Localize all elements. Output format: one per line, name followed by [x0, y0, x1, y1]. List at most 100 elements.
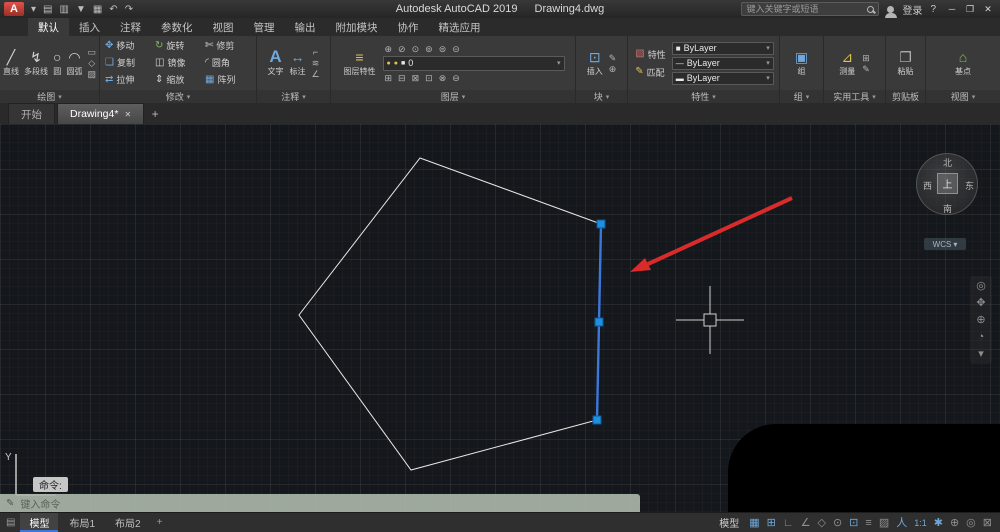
new-drawing-tab-button[interactable]: +: [146, 103, 164, 124]
viewcube-west[interactable]: 西: [923, 179, 932, 192]
command-input-bar[interactable]: ✎ 键入命令: [0, 494, 640, 512]
measure-button[interactable]: ⊿ 测量: [837, 48, 857, 78]
object-snap-icon[interactable]: ⊡: [849, 517, 858, 529]
tab-featured-apps[interactable]: 精选应用: [429, 18, 491, 36]
copy-button[interactable]: ❏ 复制: [103, 55, 153, 71]
polyline-button[interactable]: ↯ 多段线: [22, 48, 50, 78]
group-button[interactable]: ▣ 组: [793, 48, 810, 78]
search-box[interactable]: [741, 2, 880, 16]
annotation-visibility-icon[interactable]: 人: [896, 517, 907, 529]
layout-tab-model[interactable]: 模型: [20, 513, 59, 532]
scale-button[interactable]: ⇕ 缩放: [153, 72, 203, 88]
viewcube-north[interactable]: 北: [943, 156, 952, 169]
layer-tool-icon[interactable]: ⊖: [452, 73, 460, 83]
file-tab-drawing4[interactable]: Drawing4* ✕: [57, 103, 145, 124]
linetype-dropdown[interactable]: — ByLayer ▾: [671, 56, 774, 70]
create-block-icon[interactable]: ⊕: [609, 64, 617, 74]
text-button[interactable]: A 文字: [265, 48, 285, 78]
maximize-button[interactable]: ❐: [962, 4, 978, 15]
navbar-more-icon[interactable]: ▾: [978, 348, 984, 360]
redo-icon[interactable]: ↷: [125, 4, 133, 15]
minimize-button[interactable]: ─: [944, 4, 960, 15]
layer-tool-icon[interactable]: ⊕: [385, 44, 393, 54]
tab-parametric[interactable]: 参数化: [151, 18, 203, 36]
tab-addins[interactable]: 附加模块: [326, 18, 388, 36]
layer-tool-icon[interactable]: ⊙: [412, 44, 420, 54]
close-button[interactable]: ✕: [980, 4, 996, 15]
panel-label-layers[interactable]: 图层 ▾: [331, 90, 575, 103]
close-tab-icon[interactable]: ✕: [124, 110, 131, 119]
panel-label-block[interactable]: 块 ▾: [576, 90, 627, 103]
open-file-icon[interactable]: ▥: [59, 4, 68, 15]
signin-link[interactable]: 登录: [902, 2, 922, 17]
panel-label-utilities[interactable]: 实用工具 ▾: [824, 90, 885, 103]
leader-icon[interactable]: ⌐: [311, 47, 319, 57]
workspace-gear-icon[interactable]: ✱: [934, 517, 943, 529]
steering-wheel-icon[interactable]: ◎: [976, 280, 986, 292]
properties-button[interactable]: ▧ 特性: [633, 46, 667, 62]
paste-button[interactable]: ❐ 粘贴: [896, 48, 916, 78]
layer-tool-icon[interactable]: ⊚: [425, 44, 433, 54]
selection-grip[interactable]: [592, 415, 602, 425]
new-layout-button[interactable]: +: [152, 513, 168, 532]
dimension-button[interactable]: ↔ 标注: [287, 48, 307, 78]
hatch-icon[interactable]: ▨: [87, 69, 96, 79]
panel-label-groups[interactable]: 组 ▾: [780, 90, 823, 103]
layer-tool-icon[interactable]: ⊝: [452, 44, 460, 54]
viewcube-top-face[interactable]: 上: [937, 173, 958, 194]
quick-select-icon[interactable]: ⊞: [862, 53, 870, 63]
trim-button[interactable]: ✄ 修剪: [203, 38, 253, 54]
zoom-icon[interactable]: ⊕: [976, 314, 985, 326]
tab-collaborate[interactable]: 协作: [388, 18, 429, 36]
layer-properties-button[interactable]: ≡ 图层特性: [342, 48, 378, 78]
selection-cycling-icon[interactable]: ▨: [879, 517, 889, 529]
selection-grip[interactable]: [594, 317, 604, 327]
app-menu-arrow-icon[interactable]: ▾: [31, 4, 36, 15]
circle-button[interactable]: ○ 圆: [51, 48, 63, 78]
layer-tool-icon[interactable]: ⊜: [439, 44, 447, 54]
polar-tracking-icon[interactable]: ∠: [801, 517, 811, 529]
panel-label-view[interactable]: 视图 ▾: [926, 90, 1000, 103]
lineweight-dropdown[interactable]: ▬ ByLayer ▾: [671, 71, 774, 85]
layer-dropdown[interactable]: ● ● ■ 0 ▾: [382, 55, 565, 71]
move-button[interactable]: ✥ 移动: [103, 38, 153, 54]
fillet-button[interactable]: ◜ 圆角: [203, 55, 253, 71]
layout-tab-layout2[interactable]: 布局2: [106, 513, 150, 532]
table-icon[interactable]: ≋: [311, 58, 320, 68]
wcs-dropdown[interactable]: WCS ▾: [924, 238, 966, 250]
panel-label-draw[interactable]: 绘图 ▾: [0, 90, 99, 103]
ortho-icon[interactable]: ∟: [783, 517, 794, 529]
annotation-scale-label[interactable]: 1:1: [914, 517, 927, 529]
viewcube-east[interactable]: 东: [965, 179, 974, 192]
user-icon[interactable]: [884, 5, 897, 18]
model-space-label[interactable]: 模型: [719, 515, 739, 530]
pentagon-outline[interactable]: [298, 157, 602, 471]
autocad-logo[interactable]: A: [4, 2, 24, 16]
id-point-icon[interactable]: ✎: [862, 64, 870, 74]
undo-icon[interactable]: ↶: [109, 4, 117, 15]
isodraft-icon[interactable]: ◇: [817, 517, 825, 529]
plot-icon[interactable]: ▦: [93, 4, 102, 15]
layer-tool-icon[interactable]: ⊘: [398, 44, 406, 54]
panel-label-clipboard[interactable]: 剪贴板: [886, 90, 925, 103]
orbit-icon[interactable]: ◔: [978, 331, 985, 343]
layer-tool-icon[interactable]: ⊡: [425, 73, 433, 83]
line-button[interactable]: ╱ 直线: [1, 48, 21, 78]
tab-insert[interactable]: 插入: [69, 18, 110, 36]
help-icon[interactable]: ?: [930, 4, 936, 15]
search-input[interactable]: [746, 4, 865, 14]
layer-tool-icon[interactable]: ⊗: [439, 73, 447, 83]
tab-output[interactable]: 输出: [285, 18, 326, 36]
search-icon[interactable]: [867, 5, 875, 13]
clean-screen-icon[interactable]: ⊠: [983, 517, 992, 529]
tab-manage[interactable]: 管理: [244, 18, 285, 36]
panel-label-properties[interactable]: 特性 ▾: [628, 90, 779, 103]
snap-icon[interactable]: ⊞: [767, 517, 776, 529]
layer-tool-icon[interactable]: ⊞: [385, 73, 393, 83]
angle-dim-icon[interactable]: ∠: [311, 69, 319, 79]
object-color-dropdown[interactable]: ■ ByLayer ▾: [671, 41, 774, 55]
new-file-icon[interactable]: ▤: [43, 4, 52, 15]
ellipse-icon[interactable]: ◇: [87, 58, 96, 68]
pan-icon[interactable]: ✥: [976, 297, 985, 309]
save-icon[interactable]: ▼: [76, 4, 86, 15]
